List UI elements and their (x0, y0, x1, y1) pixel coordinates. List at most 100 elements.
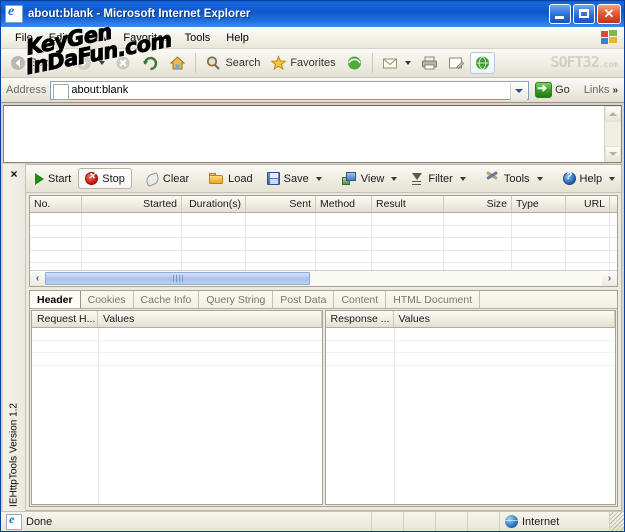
response-values-column[interactable]: Values (394, 311, 615, 327)
soft32-watermark: SOFT32.com (550, 53, 618, 71)
column-header-duration[interactable]: Duration(s) (182, 196, 246, 212)
search-button[interactable]: Search (200, 53, 265, 73)
request-pane-body[interactable] (32, 328, 322, 504)
column-header-started[interactable]: Started (82, 196, 182, 212)
view-dropdown-icon[interactable] (391, 176, 398, 181)
favorites-button[interactable]: Favorites (265, 53, 340, 73)
request-header-column[interactable]: Request H... (32, 311, 98, 327)
column-header-size[interactable]: Size (444, 196, 512, 212)
table-row[interactable] (30, 251, 617, 263)
resize-grip[interactable] (610, 512, 624, 531)
column-header-result[interactable]: Result (372, 196, 444, 212)
mail-icon (382, 58, 397, 69)
address-dropdown-button[interactable] (510, 82, 528, 100)
messenger-button[interactable] (469, 52, 495, 74)
links-label[interactable]: Links (576, 84, 613, 96)
history-button[interactable] (341, 53, 368, 73)
hscroll-right-button[interactable]: › (602, 271, 617, 286)
forward-button[interactable] (71, 53, 110, 73)
band-main: Start Stop Clear Load Save (26, 164, 622, 511)
back-button[interactable]: Back (5, 53, 71, 73)
home-button[interactable] (164, 53, 191, 73)
table-row[interactable] (30, 238, 617, 251)
load-label: Load (228, 172, 253, 185)
clear-button[interactable]: Clear (138, 168, 196, 189)
forward-dropdown-icon[interactable] (99, 61, 106, 65)
column-header-method[interactable]: Method (316, 196, 372, 212)
go-button[interactable]: Go (529, 81, 576, 98)
status-text: Done (26, 515, 53, 528)
toolbar-overflow-icon[interactable]: » (612, 85, 621, 96)
http-tools-toolbar: Start Stop Clear Load Save (26, 165, 621, 193)
table-row[interactable] (30, 213, 617, 226)
band-close-icon[interactable]: × (10, 168, 17, 180)
menu-item-view[interactable]: View (76, 30, 116, 46)
status-cell-4 (436, 512, 468, 531)
hscroll-track[interactable] (45, 271, 602, 286)
back-dropdown-icon[interactable] (60, 61, 67, 65)
security-zone-cell[interactable]: Internet (500, 512, 610, 531)
edit-button[interactable] (443, 53, 470, 73)
tools-icon (486, 172, 500, 185)
tab-post-data[interactable]: Post Data (273, 291, 335, 308)
help-dropdown-icon[interactable] (609, 176, 616, 181)
response-headers-pane: Response ... Values (324, 310, 616, 505)
chevron-left-icon: ‹ (35, 273, 40, 284)
maximize-button[interactable] (573, 4, 595, 24)
play-icon (35, 172, 44, 185)
help-button[interactable]: Help (556, 168, 623, 189)
save-button[interactable]: Save (260, 168, 329, 189)
hscroll-thumb[interactable] (45, 272, 310, 285)
scroll-up-button[interactable] (605, 106, 621, 122)
filter-button[interactable]: Filter (404, 168, 472, 189)
view-button[interactable]: View (335, 168, 405, 189)
minimize-button[interactable] (549, 4, 571, 24)
page-vertical-scrollbar[interactable] (604, 106, 621, 162)
request-values-column[interactable]: Values (98, 311, 322, 327)
load-button[interactable]: Load (202, 169, 259, 189)
column-header-sent[interactable]: Sent (246, 196, 316, 212)
hscroll-left-button[interactable]: ‹ (30, 271, 45, 286)
tools-dropdown-icon[interactable] (536, 176, 543, 181)
session-grid-hscrollbar[interactable]: ‹ › (30, 270, 617, 286)
save-dropdown-icon[interactable] (315, 176, 322, 181)
page-favicon-icon (53, 83, 70, 100)
tab-html-document[interactable]: HTML Document (386, 291, 481, 308)
menu-item-help[interactable]: Help (218, 30, 257, 46)
tab-query-string[interactable]: Query String (199, 291, 274, 308)
tools-button[interactable]: Tools (479, 168, 550, 189)
table-row[interactable] (30, 263, 617, 270)
tab-cookies[interactable]: Cookies (81, 291, 134, 308)
stop-icon (85, 171, 99, 185)
tab-content[interactable]: Content (334, 291, 387, 308)
request-pane-header: Request H... Values (32, 311, 322, 328)
menu-item-file[interactable]: File (7, 30, 41, 46)
mail-dropdown-icon[interactable] (404, 61, 411, 65)
print-button[interactable] (416, 53, 443, 73)
column-header-url[interactable]: URL (566, 196, 610, 212)
star-icon (270, 55, 287, 71)
column-header-type[interactable]: Type (512, 196, 566, 212)
session-grid-body[interactable] (30, 213, 617, 270)
menu-item-favorites[interactable]: Favorites (115, 30, 176, 46)
response-pane-body[interactable] (325, 328, 615, 504)
tab-header[interactable]: Header (30, 291, 81, 308)
triangle-down-icon (609, 152, 617, 156)
close-button[interactable] (597, 4, 621, 24)
help-icon (562, 171, 576, 185)
filter-dropdown-icon[interactable] (459, 176, 466, 181)
menu-item-tools[interactable]: Tools (177, 30, 219, 46)
stop-button[interactable]: Stop (78, 168, 132, 189)
stop-navigation-button[interactable] (110, 53, 137, 73)
status-text-cell: Done (1, 512, 372, 531)
table-row[interactable] (30, 226, 617, 238)
address-input[interactable]: about:blank (50, 80, 530, 100)
column-header-no[interactable]: No. (30, 196, 82, 212)
mail-button[interactable] (377, 53, 416, 73)
start-button[interactable]: Start (28, 169, 78, 189)
menu-item-edit[interactable]: Edit (41, 30, 76, 46)
scroll-down-button[interactable] (605, 146, 621, 162)
response-header-column[interactable]: Response ... (326, 311, 394, 327)
refresh-button[interactable] (137, 53, 164, 73)
tab-cache-info[interactable]: Cache Info (134, 291, 200, 308)
